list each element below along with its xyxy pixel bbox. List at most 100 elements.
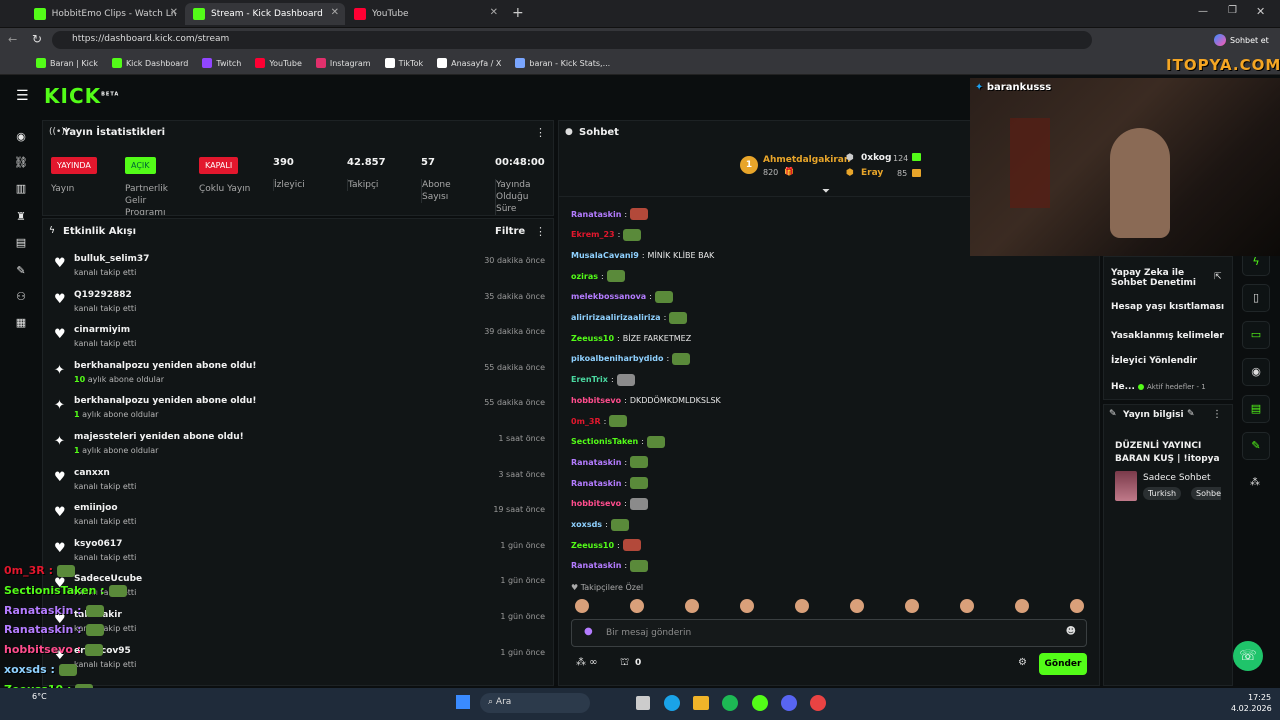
chat-username[interactable]: MusalaCavani9: [571, 251, 639, 260]
ai-moderation-item[interactable]: Yapay Zeka ile Sohbet Denetimi: [1111, 268, 1211, 288]
activity-item[interactable]: ✦ berkhanalpozu yeniden abone oldu! 1 aylı…: [48, 392, 553, 428]
chat-username[interactable]: Zeeuss10: [571, 541, 614, 550]
trophy-icon[interactable]: ♜: [14, 210, 28, 224]
close-tab-icon[interactable]: ✕: [170, 7, 178, 18]
back-icon[interactable]: ←: [8, 33, 17, 46]
kick-app-icon[interactable]: [752, 695, 768, 711]
banned-words-item[interactable]: Yasaklanmış kelimeler: [1111, 331, 1224, 341]
emoji-avatar-icon[interactable]: [630, 599, 644, 613]
account-age-item[interactable]: Hesap yaşı kısıtlaması: [1111, 302, 1224, 312]
more-options-icon[interactable]: ⋮: [1212, 409, 1222, 420]
chat-username[interactable]: ErenTrix: [571, 375, 608, 384]
bookmark-item[interactable]: Kick Dashboard: [111, 58, 188, 68]
leader-name[interactable]: Ahmetdalgakiran: [763, 155, 850, 165]
maximize-icon[interactable]: ❐: [1228, 5, 1237, 16]
document-icon[interactable]: ▯: [1242, 284, 1270, 312]
external-link-icon[interactable]: ⇱: [1214, 272, 1222, 282]
spotify-icon[interactable]: [722, 695, 738, 711]
emoji-avatar-icon[interactable]: [795, 599, 809, 613]
analytics-icon[interactable]: ▥: [14, 182, 28, 196]
chat-username[interactable]: 0m_3R: [571, 417, 601, 426]
activity-item[interactable]: ♥ emiinjoo kanalı takip etti 19 saat önce: [48, 499, 553, 535]
discord-icon[interactable]: [781, 695, 797, 711]
library-icon[interactable]: ▤: [14, 236, 28, 250]
activity-item[interactable]: ✦ majessteleri yeniden abone oldu! 1 aylık…: [48, 428, 553, 464]
tab-kick-dashboard[interactable]: Stream - Kick Dashboard ✕: [185, 3, 345, 25]
windows-start-icon[interactable]: [456, 695, 470, 709]
chat-username[interactable]: Ranataskin: [571, 458, 621, 467]
bookmark-item[interactable]: Twitch: [202, 58, 241, 68]
chat-username[interactable]: aliririzaalirizaaliriza: [571, 313, 661, 322]
activity-item[interactable]: ♥ ksyo0617 kanalı takip etti 1 gün önce: [48, 535, 553, 571]
new-tab-icon[interactable]: +: [512, 5, 524, 21]
chat-username[interactable]: hobbitsevo: [571, 499, 621, 508]
file-explorer-icon[interactable]: [693, 696, 709, 710]
raid-item[interactable]: İzleyici Yönlendir: [1111, 356, 1197, 366]
emoji-avatar-icon[interactable]: [575, 599, 589, 613]
broadcast-icon[interactable]: ◉: [1242, 358, 1270, 386]
layout-icon[interactable]: ▤: [1242, 395, 1270, 423]
microphone-icon[interactable]: ●: [584, 626, 593, 637]
bookmark-item[interactable]: TikTok: [384, 58, 423, 68]
chat-username[interactable]: Ranataskin: [571, 479, 621, 488]
help-button[interactable]: ☏: [1233, 641, 1263, 671]
activity-item[interactable]: ♥tahacakirkanalı takip etti1 gün önce: [48, 606, 553, 642]
refresh-icon[interactable]: ↻: [32, 32, 42, 46]
bookmark-item[interactable]: YouTube: [255, 58, 302, 68]
emoji-avatar-icon[interactable]: [740, 599, 754, 613]
chevron-right-icon[interactable]: ›: [1215, 329, 1219, 342]
emoji-avatar-icon[interactable]: [960, 599, 974, 613]
tab-hobbitemo[interactable]: HobbitEmo Clips - Watch Live on ✕: [26, 3, 184, 25]
wrench-icon[interactable]: ✎: [14, 264, 28, 278]
emoji-avatar-icon[interactable]: [905, 599, 919, 613]
kick-points-icon[interactable]: ⁂ ∞: [576, 657, 598, 668]
community-icon[interactable]: ⚇: [14, 290, 28, 304]
chat-username[interactable]: Ranataskin: [571, 210, 621, 219]
emoji-icon[interactable]: ☻: [1066, 626, 1076, 637]
close-tab-icon[interactable]: ✕: [331, 7, 339, 18]
second-name[interactable]: 0xkog: [861, 153, 891, 163]
obs-icon[interactable]: [810, 695, 826, 711]
activity-item[interactable]: ♥ertkacov95kanalı takip etti1 gün önce: [48, 642, 553, 678]
chevron-right-icon[interactable]: ›: [1215, 300, 1219, 313]
emoji-avatar-icon[interactable]: [1070, 599, 1084, 613]
emoji-avatar-icon[interactable]: [850, 599, 864, 613]
bookmark-item[interactable]: Instagram: [315, 58, 371, 68]
chat-username[interactable]: hobbitsevo: [571, 396, 621, 405]
edit-icon[interactable]: ✎: [1187, 409, 1195, 419]
send-button[interactable]: Gönder: [1039, 653, 1087, 675]
edge-icon[interactable]: [664, 695, 680, 711]
bookmark-item[interactable]: Baran | Kick: [36, 58, 98, 68]
activity-item[interactable]: ♥ bulluk_selim37 kanalı takip etti 30 dakik…: [48, 250, 553, 286]
activity-item[interactable]: ♥ canxxn kanalı takip etti 3 saat önce: [48, 464, 553, 500]
chat-username[interactable]: xoxsds: [571, 520, 602, 529]
bookmark-item[interactable]: baran - Kick Stats,...: [515, 58, 610, 68]
community-icon[interactable]: ⁂: [1250, 477, 1260, 488]
close-tab-icon[interactable]: ✕: [490, 7, 498, 18]
category-name[interactable]: Sadece Sohbet: [1143, 473, 1211, 483]
emoji-avatar-icon[interactable]: [1015, 599, 1029, 613]
chat-username[interactable]: melekbossanova: [571, 292, 646, 301]
url-input[interactable]: https://dashboard.kick.com/stream: [52, 31, 1092, 49]
tab-youtube[interactable]: YouTube ✕: [346, 3, 504, 25]
settings-icon[interactable]: ⚙: [1018, 657, 1027, 668]
chat-username[interactable]: SectionisTaken: [571, 437, 638, 446]
wrench-icon[interactable]: ✎: [1242, 432, 1270, 460]
payout-icon[interactable]: ▦: [14, 316, 28, 330]
gift-box-icon[interactable]: ⛫: [620, 657, 629, 670]
chat-username[interactable]: Ranataskin: [571, 561, 621, 570]
kick-logo[interactable]: KICKBETA: [44, 84, 119, 108]
task-view-icon[interactable]: [636, 696, 650, 710]
chat-icon[interactable]: ▭: [1242, 321, 1270, 349]
chat-username[interactable]: oziras: [571, 272, 598, 281]
more-options-icon[interactable]: ⋮: [535, 126, 546, 139]
broadcast-icon[interactable]: ◉: [14, 130, 28, 144]
emoji-avatar-icon[interactable]: [685, 599, 699, 613]
taskbar-search[interactable]: ⌕ Ara: [480, 693, 590, 713]
chat-input[interactable]: ● Bir mesaj gönderin ☻: [571, 619, 1087, 647]
activity-item[interactable]: ✦ berkhanalpozu yeniden abone oldu! 10 ayl…: [48, 357, 553, 393]
goals-item[interactable]: He...: [1111, 382, 1135, 392]
filter-button[interactable]: Filtre: [495, 226, 525, 237]
activity-item[interactable]: ♥ cinarmiyim kanalı takip etti 39 dakika ön…: [48, 321, 553, 357]
chat-username[interactable]: Zeeuss10: [571, 334, 614, 343]
